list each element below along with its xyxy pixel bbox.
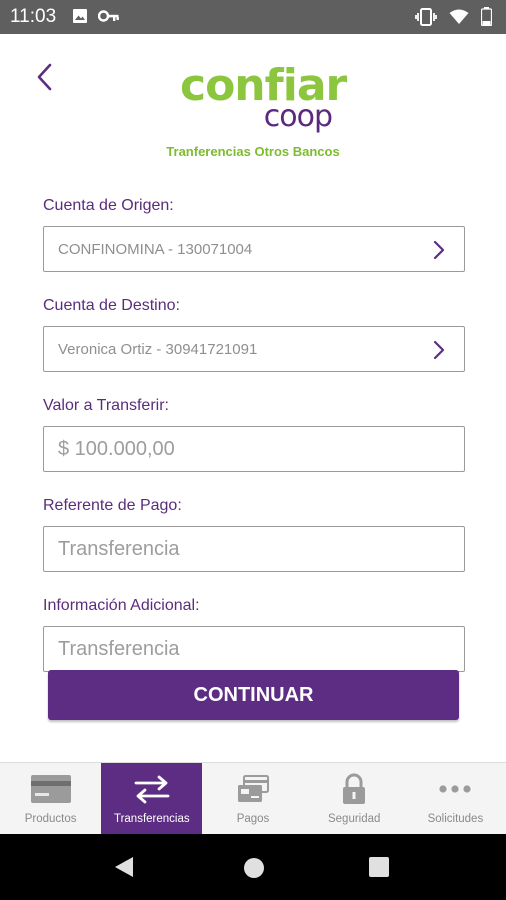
system-recents-icon[interactable] xyxy=(369,857,389,877)
destination-account-value: Veronica Ortiz - 30941721091 xyxy=(58,340,258,358)
image-icon xyxy=(72,8,88,29)
page-title: Tranferencias Otros Bancos xyxy=(166,144,340,159)
transfer-form: Cuenta de Origen: CONFINOMINA - 13007100… xyxy=(43,196,465,672)
destination-account-label: Cuenta de Destino: xyxy=(43,297,180,314)
key-icon xyxy=(97,9,120,28)
nav-item-transferencias[interactable]: Transferencias xyxy=(101,763,203,834)
app-header: confiar coop Tranferencias Otros Bancos xyxy=(0,34,506,174)
payments-icon xyxy=(238,775,269,802)
transfer-arrows-icon xyxy=(134,775,170,804)
status-bar: 11:03 xyxy=(0,0,506,34)
system-nav-bar xyxy=(0,834,506,900)
wifi-icon xyxy=(449,9,469,30)
system-home-icon[interactable] xyxy=(243,857,265,879)
destination-account-selector[interactable]: Veronica Ortiz - 30941721091 xyxy=(43,326,465,372)
nav-item-pagos[interactable]: Pagos xyxy=(202,763,303,834)
nav-label: Productos xyxy=(24,813,77,825)
origin-account-selector[interactable]: CONFINOMINA - 130071004 xyxy=(43,226,465,272)
additional-info-input[interactable] xyxy=(58,627,464,671)
chevron-right-icon xyxy=(433,340,445,360)
amount-label: Valor a Transferir: xyxy=(43,397,169,414)
chevron-right-icon xyxy=(433,240,445,260)
amount-field-box xyxy=(43,426,465,472)
nav-label: Pagos xyxy=(236,813,270,825)
status-time: 11:03 xyxy=(10,6,57,27)
nav-label: Seguridad xyxy=(327,813,381,825)
payment-reference-field-box xyxy=(43,526,465,572)
payment-reference-input[interactable] xyxy=(58,527,464,571)
origin-account-value: CONFINOMINA - 130071004 xyxy=(58,240,253,258)
nav-item-productos[interactable]: Productos xyxy=(0,763,101,834)
back-button[interactable] xyxy=(30,60,58,94)
chevron-left-icon xyxy=(37,63,52,91)
battery-icon xyxy=(480,7,493,31)
vibrate-icon xyxy=(415,7,437,31)
payment-reference-label: Referente de Pago: xyxy=(43,497,182,514)
origin-account-label: Cuenta de Origen: xyxy=(43,197,174,214)
confiar-logo: confiar coop xyxy=(180,64,350,138)
continue-button[interactable]: CONTINUAR xyxy=(48,670,459,720)
lock-icon xyxy=(343,773,366,804)
card-icon xyxy=(30,775,71,803)
additional-info-label: Información Adicional: xyxy=(43,597,200,614)
system-back-icon[interactable] xyxy=(113,855,135,879)
nav-label: Transferencias xyxy=(113,813,190,825)
nav-item-solicitudes[interactable]: Solicitudes xyxy=(405,763,506,834)
logo-sub-text: coop xyxy=(263,99,333,134)
nav-label: Solicitudes xyxy=(427,813,484,825)
amount-input[interactable] xyxy=(58,427,464,471)
bottom-nav: Productos Transferencias Pagos Seguridad… xyxy=(0,762,506,834)
additional-info-field-box xyxy=(43,626,465,672)
more-dots-icon xyxy=(439,785,472,793)
nav-item-seguridad[interactable]: Seguridad xyxy=(304,763,405,834)
